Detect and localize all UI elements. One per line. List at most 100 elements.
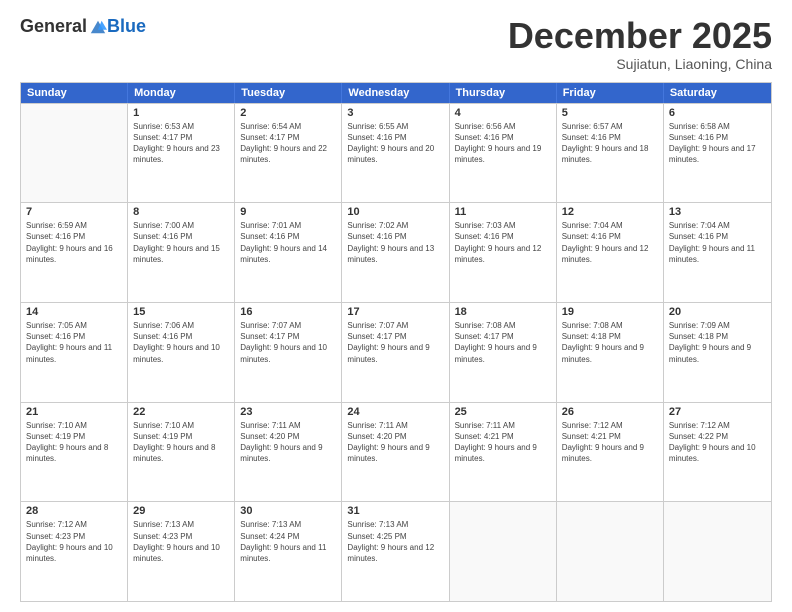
day-info: Sunrise: 7:12 AM Sunset: 4:23 PM Dayligh… [26,519,122,564]
day-number: 17 [347,306,443,318]
calendar-cell: 1 Sunrise: 6:53 AM Sunset: 4:17 PM Daylig… [128,104,235,203]
day-number: 19 [562,306,658,318]
logo-icon [89,18,107,36]
day-number: 18 [455,306,551,318]
day-number: 22 [133,406,229,418]
day-info: Sunrise: 7:13 AM Sunset: 4:24 PM Dayligh… [240,519,336,564]
day-info: Sunrise: 7:09 AM Sunset: 4:18 PM Dayligh… [669,320,766,365]
calendar-week: 7 Sunrise: 6:59 AM Sunset: 4:16 PM Daylig… [21,202,771,302]
day-number: 29 [133,505,229,517]
calendar-cell: 20 Sunrise: 7:09 AM Sunset: 4:18 PM Dayli… [664,303,771,402]
day-info: Sunrise: 7:10 AM Sunset: 4:19 PM Dayligh… [133,420,229,465]
day-number: 26 [562,406,658,418]
day-info: Sunrise: 7:03 AM Sunset: 4:16 PM Dayligh… [455,220,551,265]
day-number: 8 [133,206,229,218]
day-info: Sunrise: 7:08 AM Sunset: 4:18 PM Dayligh… [562,320,658,365]
day-info: Sunrise: 7:07 AM Sunset: 4:17 PM Dayligh… [347,320,443,365]
day-info: Sunrise: 6:58 AM Sunset: 4:16 PM Dayligh… [669,121,766,166]
day-number: 27 [669,406,766,418]
day-info: Sunrise: 7:10 AM Sunset: 4:19 PM Dayligh… [26,420,122,465]
header: General Blue December 2025 Sujiatun, Lia… [20,16,772,72]
day-number: 7 [26,206,122,218]
day-info: Sunrise: 7:06 AM Sunset: 4:16 PM Dayligh… [133,320,229,365]
day-number: 10 [347,206,443,218]
day-info: Sunrise: 7:12 AM Sunset: 4:22 PM Dayligh… [669,420,766,465]
calendar-cell: 25Sunrise: 7:11 AM Sunset: 4:21 PM Dayli… [450,403,557,502]
day-info: Sunrise: 6:53 AM Sunset: 4:17 PM Dayligh… [133,121,229,166]
logo-general-text: General [20,16,87,37]
page: General Blue December 2025 Sujiatun, Lia… [0,0,792,612]
weekday-header: Saturday [664,83,771,103]
calendar-cell: 12 Sunrise: 7:04 AM Sunset: 4:16 PM Dayli… [557,203,664,302]
calendar-cell [21,104,128,203]
day-number: 12 [562,206,658,218]
calendar-week: 1 Sunrise: 6:53 AM Sunset: 4:17 PM Daylig… [21,103,771,203]
day-number: 15 [133,306,229,318]
weekday-header: Sunday [21,83,128,103]
day-number: 20 [669,306,766,318]
calendar-cell: 24Sunrise: 7:11 AM Sunset: 4:20 PM Dayli… [342,403,449,502]
calendar-cell: 4 Sunrise: 6:56 AM Sunset: 4:16 PM Daylig… [450,104,557,203]
logo-blue-text: Blue [107,16,146,37]
day-number: 24 [347,406,443,418]
calendar-cell: 14 Sunrise: 7:05 AM Sunset: 4:16 PM Dayli… [21,303,128,402]
day-info: Sunrise: 7:01 AM Sunset: 4:16 PM Dayligh… [240,220,336,265]
day-info: Sunrise: 7:07 AM Sunset: 4:17 PM Dayligh… [240,320,336,365]
day-info: Sunrise: 7:02 AM Sunset: 4:16 PM Dayligh… [347,220,443,265]
day-info: Sunrise: 6:59 AM Sunset: 4:16 PM Dayligh… [26,220,122,265]
day-info: Sunrise: 7:13 AM Sunset: 4:23 PM Dayligh… [133,519,229,564]
day-info: Sunrise: 6:57 AM Sunset: 4:16 PM Dayligh… [562,121,658,166]
day-info: Sunrise: 7:04 AM Sunset: 4:16 PM Dayligh… [562,220,658,265]
day-info: Sunrise: 7:05 AM Sunset: 4:16 PM Dayligh… [26,320,122,365]
calendar-cell [450,502,557,601]
day-info: Sunrise: 7:11 AM Sunset: 4:20 PM Dayligh… [240,420,336,465]
day-number: 2 [240,107,336,119]
calendar-cell: 28 Sunrise: 7:12 AM Sunset: 4:23 PM Dayli… [21,502,128,601]
day-number: 11 [455,206,551,218]
weekday-header: Friday [557,83,664,103]
calendar-cell: 3Sunrise: 6:55 AM Sunset: 4:16 PM Daylig… [342,104,449,203]
calendar-header: SundayMondayTuesdayWednesdayThursdayFrid… [21,83,771,103]
day-number: 16 [240,306,336,318]
day-number: 23 [240,406,336,418]
calendar-week: 28 Sunrise: 7:12 AM Sunset: 4:23 PM Dayli… [21,501,771,601]
calendar-cell: 23 Sunrise: 7:11 AM Sunset: 4:20 PM Dayli… [235,403,342,502]
calendar-week: 21 Sunrise: 7:10 AM Sunset: 4:19 PM Dayli… [21,402,771,502]
calendar-cell: 27 Sunrise: 7:12 AM Sunset: 4:22 PM Dayli… [664,403,771,502]
day-info: Sunrise: 7:04 AM Sunset: 4:16 PM Dayligh… [669,220,766,265]
day-info: Sunrise: 6:54 AM Sunset: 4:17 PM Dayligh… [240,121,336,166]
day-info: Sunrise: 7:11 AM Sunset: 4:21 PM Dayligh… [455,420,551,465]
day-number: 21 [26,406,122,418]
calendar-cell: 7 Sunrise: 6:59 AM Sunset: 4:16 PM Daylig… [21,203,128,302]
calendar-cell: 29 Sunrise: 7:13 AM Sunset: 4:23 PM Dayli… [128,502,235,601]
month-title: December 2025 [508,16,772,56]
weekday-header: Wednesday [342,83,449,103]
day-info: Sunrise: 6:56 AM Sunset: 4:16 PM Dayligh… [455,121,551,166]
day-number: 5 [562,107,658,119]
calendar-cell: 16 Sunrise: 7:07 AM Sunset: 4:17 PM Dayli… [235,303,342,402]
calendar-cell [664,502,771,601]
day-info: Sunrise: 7:13 AM Sunset: 4:25 PM Dayligh… [347,519,443,564]
calendar-cell: 6 Sunrise: 6:58 AM Sunset: 4:16 PM Daylig… [664,104,771,203]
day-number: 28 [26,505,122,517]
calendar-cell: 5 Sunrise: 6:57 AM Sunset: 4:16 PM Daylig… [557,104,664,203]
calendar-cell: 26 Sunrise: 7:12 AM Sunset: 4:21 PM Dayli… [557,403,664,502]
day-info: Sunrise: 7:12 AM Sunset: 4:21 PM Dayligh… [562,420,658,465]
weekday-header: Monday [128,83,235,103]
day-number: 4 [455,107,551,119]
calendar-cell [557,502,664,601]
calendar-cell: 31Sunrise: 7:13 AM Sunset: 4:25 PM Dayli… [342,502,449,601]
calendar-cell: 30Sunrise: 7:13 AM Sunset: 4:24 PM Dayli… [235,502,342,601]
calendar-cell: 13 Sunrise: 7:04 AM Sunset: 4:16 PM Dayli… [664,203,771,302]
logo: General Blue [20,16,146,37]
day-number: 13 [669,206,766,218]
day-info: Sunrise: 7:00 AM Sunset: 4:16 PM Dayligh… [133,220,229,265]
title-block: December 2025 Sujiatun, Liaoning, China [508,16,772,72]
calendar-week: 14 Sunrise: 7:05 AM Sunset: 4:16 PM Dayli… [21,302,771,402]
weekday-header: Thursday [450,83,557,103]
day-number: 6 [669,107,766,119]
day-number: 14 [26,306,122,318]
day-number: 9 [240,206,336,218]
day-number: 1 [133,107,229,119]
calendar-cell: 22 Sunrise: 7:10 AM Sunset: 4:19 PM Dayli… [128,403,235,502]
